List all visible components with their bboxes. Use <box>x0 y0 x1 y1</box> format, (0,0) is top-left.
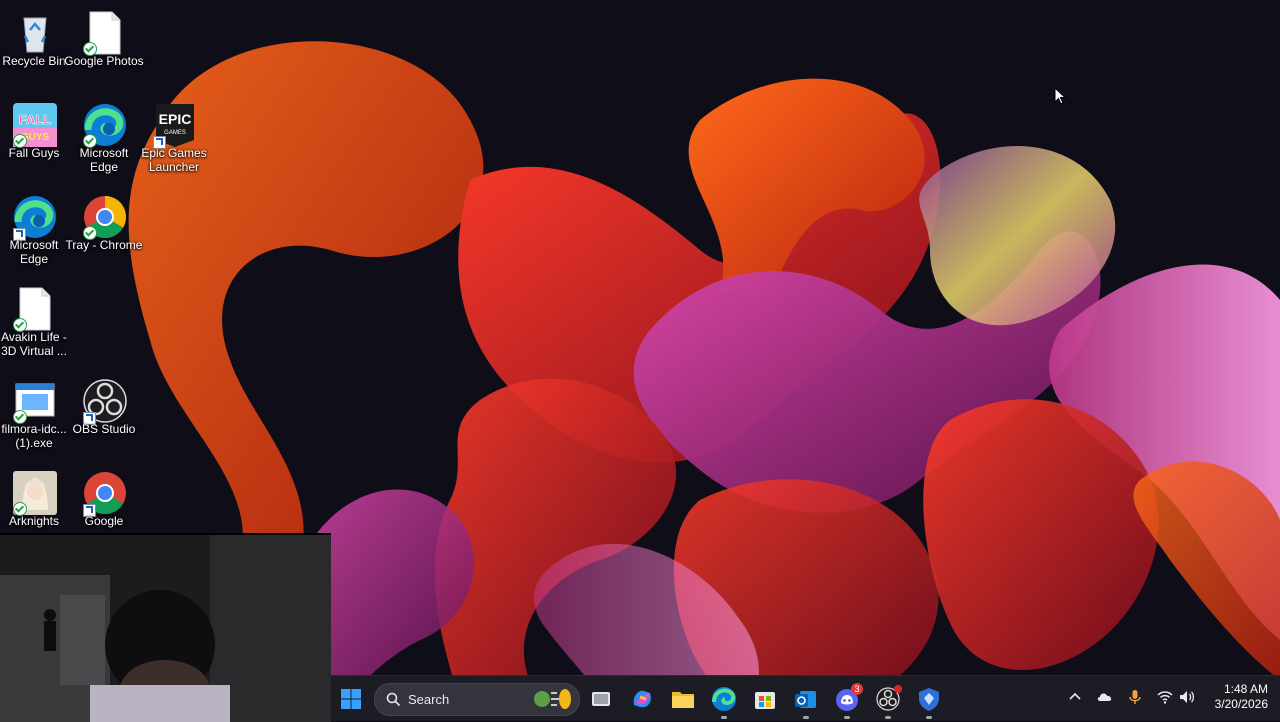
folder-icon <box>672 692 694 708</box>
desktop-icon-fall-guys[interactable]: FALL GUYS Fall Guys <box>0 96 68 182</box>
recycle-bin-icon <box>23 17 47 53</box>
desktop-icon-filmora-installer[interactable]: filmora-idc... (1).exe <box>0 372 68 458</box>
taskbar-discord[interactable]: 3 <box>831 683 863 719</box>
wifi-icon[interactable] <box>1156 688 1174 706</box>
start-button[interactable] <box>335 683 367 715</box>
desktop-icon-label: OBS Studio <box>72 422 136 436</box>
taskbar-task-view[interactable] <box>585 683 617 715</box>
search-label: Search <box>408 692 450 707</box>
desktop-icon-label: Microsoft Edge <box>9 238 59 266</box>
desktop-icon-epic-games-launcher[interactable]: EPIC GAMES Epic Games Launcher <box>140 96 208 182</box>
obs-icon <box>876 685 902 711</box>
edge-icon <box>712 687 736 711</box>
copilot-icon <box>633 690 651 708</box>
desktop-icon-obs-studio[interactable]: OBS Studio <box>70 372 138 458</box>
search-icon <box>386 692 401 707</box>
taskbar: Search 3 1:48 AM 3/20/2026 <box>331 675 1280 721</box>
taskbar-file-explorer[interactable] <box>667 683 699 715</box>
mouse-cursor-icon <box>1054 87 1066 105</box>
taskbar-microsoft-store[interactable] <box>749 683 781 715</box>
desktop-icon-label: Avakin Life - 3D Virtual ... <box>1 330 67 358</box>
shield-icon <box>919 688 939 711</box>
outlook-icon <box>795 691 816 708</box>
desktop-icon-label: Google Photos <box>64 54 144 68</box>
running-indicator <box>885 716 891 719</box>
taskbar-outlook[interactable] <box>790 683 822 719</box>
running-indicator <box>926 716 932 719</box>
taskbar-windows-security[interactable] <box>913 683 945 719</box>
desktop-icon-label: Arknights <box>8 514 60 528</box>
store-icon <box>755 692 775 709</box>
webcam-overlay <box>0 533 331 722</box>
chevron-up-icon[interactable] <box>1066 688 1084 706</box>
webcam-feed <box>0 535 331 722</box>
running-indicator <box>721 716 727 719</box>
desktop-icon-label: filmora-idc... (1).exe <box>1 422 67 450</box>
desktop-icon-label: Tray - Chrome <box>65 238 143 252</box>
desktop-icon-microsoft-edge[interactable]: Microsoft Edge <box>70 96 138 182</box>
task-view-icon <box>592 692 610 706</box>
desktop-icon-label: Microsoft Edge <box>79 146 129 174</box>
volume-icon[interactable] <box>1178 688 1196 706</box>
taskbar-edge[interactable] <box>708 683 740 719</box>
desktop-icon-google-photos[interactable]: Google Photos <box>64 4 144 90</box>
desktop-icon-avakin-life[interactable]: Avakin Life - 3D Virtual ... <box>0 280 68 366</box>
desktop-icon-label: Fall Guys <box>8 146 60 160</box>
onedrive-cloud-icon[interactable] <box>1096 688 1114 706</box>
running-indicator <box>844 716 850 719</box>
notification-badge: 3 <box>851 683 863 695</box>
search-highlight-icon <box>534 689 571 709</box>
windows-start-icon <box>341 689 361 709</box>
taskbar-search-box[interactable]: Search <box>374 683 580 716</box>
desktop-icon-tray-chrome[interactable]: Tray - Chrome <box>66 188 142 274</box>
desktop-icon-label: Recycle Bin <box>2 54 66 68</box>
desktop-icon-recycle-bin[interactable]: Recycle Bin <box>0 4 68 90</box>
epic-logo-text: EPIC <box>159 111 192 127</box>
taskbar-copilot[interactable] <box>626 683 658 715</box>
microphone-icon[interactable] <box>1126 688 1144 706</box>
running-indicator <box>803 716 809 719</box>
clock-time: 1:48 AM <box>1223 682 1268 696</box>
desktop-icon-label: Google <box>84 514 124 528</box>
taskbar-obs-studio[interactable] <box>872 683 904 719</box>
desktop-icon-label: Epic Games Launcher <box>141 146 207 174</box>
desktop-icon-microsoft-edge-2[interactable]: Microsoft Edge <box>0 188 68 274</box>
taskbar-clock[interactable]: 1:48 AM 3/20/2026 <box>1215 682 1268 712</box>
clock-date: 3/20/2026 <box>1214 697 1268 711</box>
svg-text:FALL: FALL <box>19 112 52 127</box>
epic-logo-subtext: GAMES <box>164 130 186 136</box>
